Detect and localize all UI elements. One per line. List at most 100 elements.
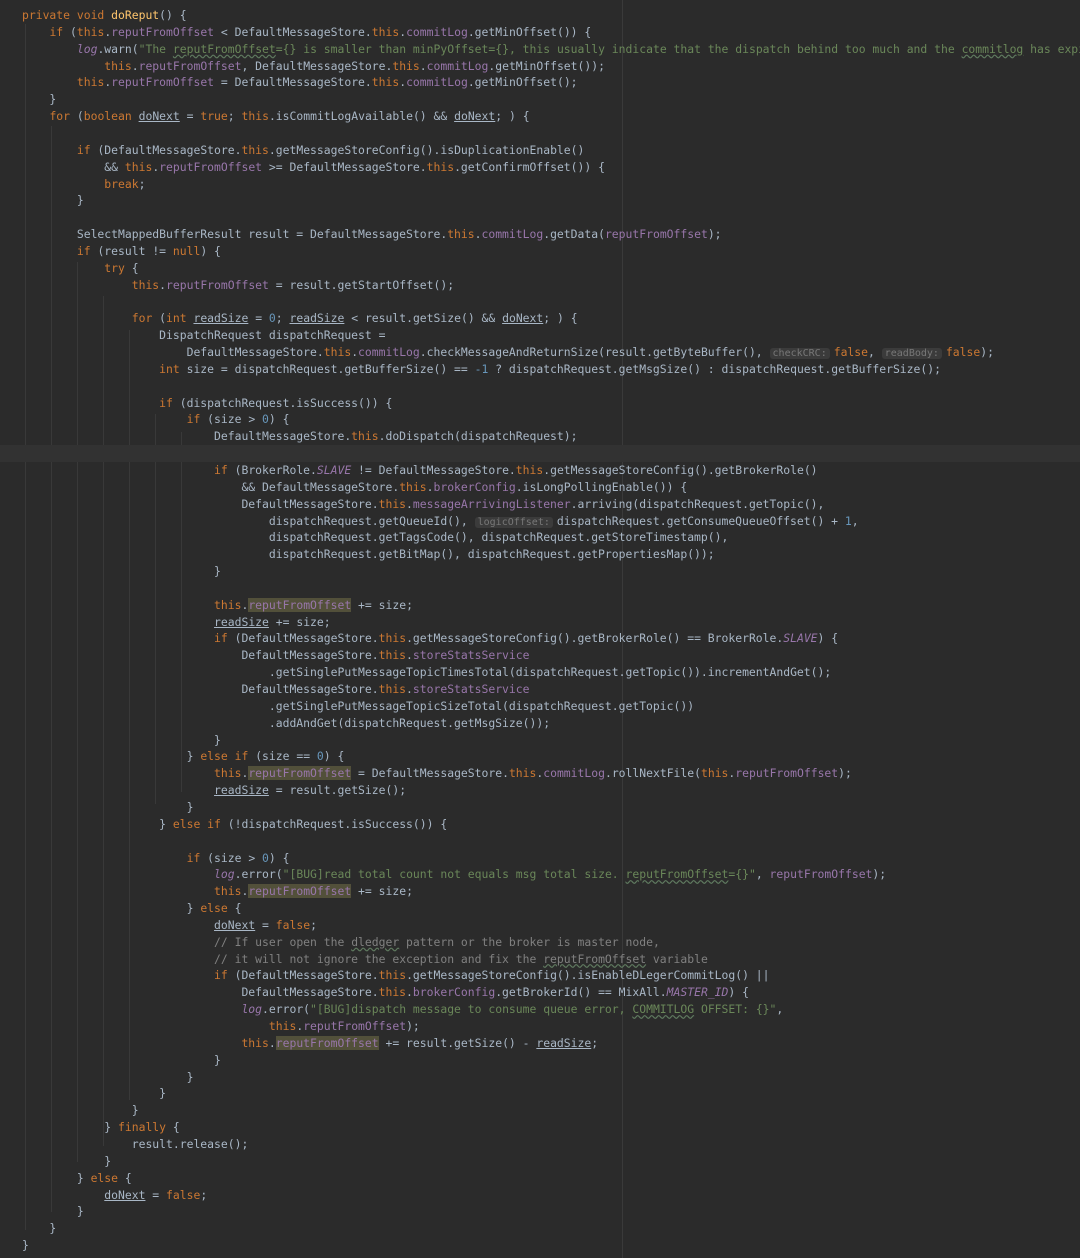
code-line[interactable]: .getSinglePutMessageTopicTimesTotal(disp… [0, 664, 1080, 681]
code-line[interactable]: } [0, 1052, 1080, 1069]
code-line[interactable]: .addAndGet(dispatchRequest.getMsgSize())… [0, 715, 1080, 732]
code-line[interactable]: } else if (size == 0) { [0, 748, 1080, 765]
code-line[interactable]: if (size > 0) { [0, 411, 1080, 428]
code-token: ) { [323, 749, 345, 764]
code-token: ) { [728, 985, 749, 1000]
code-line[interactable]: } else { [0, 1170, 1080, 1187]
code-line[interactable]: .getSinglePutMessageTopicSizeTotal(dispa… [0, 698, 1080, 715]
code-line[interactable]: int size = dispatchRequest.getBufferSize… [0, 361, 1080, 378]
code-line[interactable]: log.error("[BUG]read total count not equ… [0, 866, 1080, 883]
code-line[interactable]: } [0, 563, 1080, 580]
code-line[interactable]: if (size > 0) { [0, 850, 1080, 867]
code-line[interactable] [0, 445, 1080, 463]
code-line[interactable]: break; [0, 176, 1080, 193]
code-line[interactable]: } else { [0, 900, 1080, 917]
code-line[interactable]: DefaultMessageStore.this.brokerConfig.ge… [0, 984, 1080, 1001]
code-line[interactable] [0, 209, 1080, 226]
code-line[interactable]: if (BrokerRole.SLAVE != DefaultMessageSt… [0, 462, 1080, 479]
code-line[interactable]: dispatchRequest.getQueueId(), logicOffse… [0, 513, 1080, 530]
code-token: commitLog [481, 227, 544, 242]
code-line[interactable]: doNext = false; [0, 1187, 1080, 1204]
code-token: true [200, 109, 228, 124]
code-line[interactable]: } [0, 799, 1080, 816]
code-line[interactable]: } [0, 1237, 1080, 1254]
code-line[interactable]: try { [0, 260, 1080, 277]
code-token: this [378, 985, 407, 1000]
code-line[interactable]: if (DefaultMessageStore.this.getMessageS… [0, 967, 1080, 984]
code-line[interactable]: this.reputFromOffset, DefaultMessageStor… [0, 58, 1080, 75]
code-line[interactable]: } [0, 732, 1080, 749]
code-line[interactable]: DefaultMessageStore.this.storeStatsServi… [0, 681, 1080, 698]
code-line[interactable]: doNext = false; [0, 917, 1080, 934]
code-line[interactable]: } else if (!dispatchRequest.isSuccess())… [0, 816, 1080, 833]
code-line[interactable]: dispatchRequest.getBitMap(), dispatchReq… [0, 546, 1080, 563]
code-line[interactable]: if (this.reputFromOffset < DefaultMessag… [0, 24, 1080, 41]
code-line[interactable]: SelectMappedBufferResult result = Defaul… [0, 226, 1080, 243]
code-line[interactable]: for (boolean doNext = true; this.isCommi… [0, 108, 1080, 125]
code-line[interactable]: readSize += size; [0, 614, 1080, 631]
code-line[interactable]: } [0, 1069, 1080, 1086]
code-line[interactable]: log.warn("The reputFromOffset={} is smal… [0, 41, 1080, 58]
code-token: "The [138, 41, 173, 56]
code-line[interactable]: && this.reputFromOffset >= DefaultMessag… [0, 159, 1080, 176]
code-line[interactable]: this.reputFromOffset += result.getSize()… [0, 1035, 1080, 1052]
code-line[interactable]: if (DefaultMessageStore.this.getMessageS… [0, 142, 1080, 159]
code-editor[interactable]: private void doReput() { if (this.reputF… [0, 0, 1080, 1258]
code-line[interactable]: // it will not ignore the exception and … [0, 951, 1080, 968]
code-line[interactable]: this.reputFromOffset = DefaultMessageSto… [0, 74, 1080, 91]
code-line[interactable]: // If user open the dledger pattern or t… [0, 934, 1080, 951]
code-line[interactable]: this.reputFromOffset = DefaultMessageSto… [0, 765, 1080, 782]
code-line[interactable]: readSize = result.getSize(); [0, 782, 1080, 799]
code-token: reputFromOffset [543, 951, 647, 966]
code-line[interactable]: DefaultMessageStore.this.messageArriving… [0, 496, 1080, 513]
code-line[interactable]: dispatchRequest.getTagsCode(), dispatchR… [0, 529, 1080, 546]
code-token: != DefaultMessageStore. [351, 462, 516, 477]
code-line[interactable]: DispatchRequest dispatchRequest = [0, 327, 1080, 344]
code-token: result.release(); [22, 1136, 249, 1151]
code-line[interactable] [0, 378, 1080, 395]
code-line[interactable]: for (int readSize = 0; readSize < result… [0, 310, 1080, 327]
code-line[interactable]: DefaultMessageStore.this.storeStatsServi… [0, 647, 1080, 664]
code-line[interactable]: } finally { [0, 1119, 1080, 1136]
code-token: ); [406, 1019, 420, 1033]
code-line[interactable]: private void doReput() { [0, 7, 1080, 24]
code-line[interactable]: } [0, 1153, 1080, 1170]
code-line[interactable]: } [0, 1220, 1080, 1237]
code-token: . [131, 58, 139, 73]
code-line[interactable]: if (dispatchRequest.isSuccess()) { [0, 395, 1080, 412]
code-token: ; [138, 176, 146, 191]
code-line[interactable]: if (DefaultMessageStore.this.getMessageS… [0, 630, 1080, 647]
code-line[interactable]: } [0, 1102, 1080, 1119]
code-line[interactable] [0, 125, 1080, 142]
code-token: && DefaultMessageStore. [22, 479, 400, 494]
code-line[interactable]: } [0, 192, 1080, 209]
code-line[interactable] [0, 833, 1080, 850]
code-line[interactable]: && DefaultMessageStore.this.brokerConfig… [0, 479, 1080, 496]
code-line[interactable]: } [0, 1203, 1080, 1220]
code-line[interactable]: result.release(); [0, 1136, 1080, 1153]
code-token: if [186, 850, 208, 865]
code-line[interactable]: this.reputFromOffset += size; [0, 597, 1080, 614]
code-token: 0 [316, 749, 324, 764]
code-line[interactable]: log.error("[BUG]dispatch message to cons… [0, 1001, 1080, 1018]
code-line[interactable]: } [0, 91, 1080, 108]
code-line[interactable] [0, 580, 1080, 597]
code-token: (size == [255, 749, 317, 764]
code-token: if [186, 412, 208, 427]
code-line[interactable]: this.reputFromOffset += size; [0, 883, 1080, 900]
code-line[interactable]: DefaultMessageStore.this.doDispatch(disp… [0, 428, 1080, 445]
code-token: doReput [111, 8, 160, 22]
code-line[interactable]: DefaultMessageStore.this.commitLog.check… [0, 344, 1080, 361]
code-line[interactable]: } [0, 1085, 1080, 1102]
code-token: null [172, 243, 201, 258]
code-token: .addAndGet(dispatchRequest.getMsgSize())… [22, 715, 551, 730]
code-line[interactable]: this.reputFromOffset = result.getStartOf… [0, 277, 1080, 294]
code-token: = result.getSize(); [268, 783, 407, 798]
code-line[interactable] [0, 293, 1080, 310]
code-token: .getBrokerId() == MixAll. [495, 985, 667, 1000]
code-line[interactable]: this.reputFromOffset); [0, 1018, 1080, 1035]
code-line[interactable]: if (result != null) { [0, 243, 1080, 260]
code-token: .getMinOffset(); [467, 75, 578, 90]
